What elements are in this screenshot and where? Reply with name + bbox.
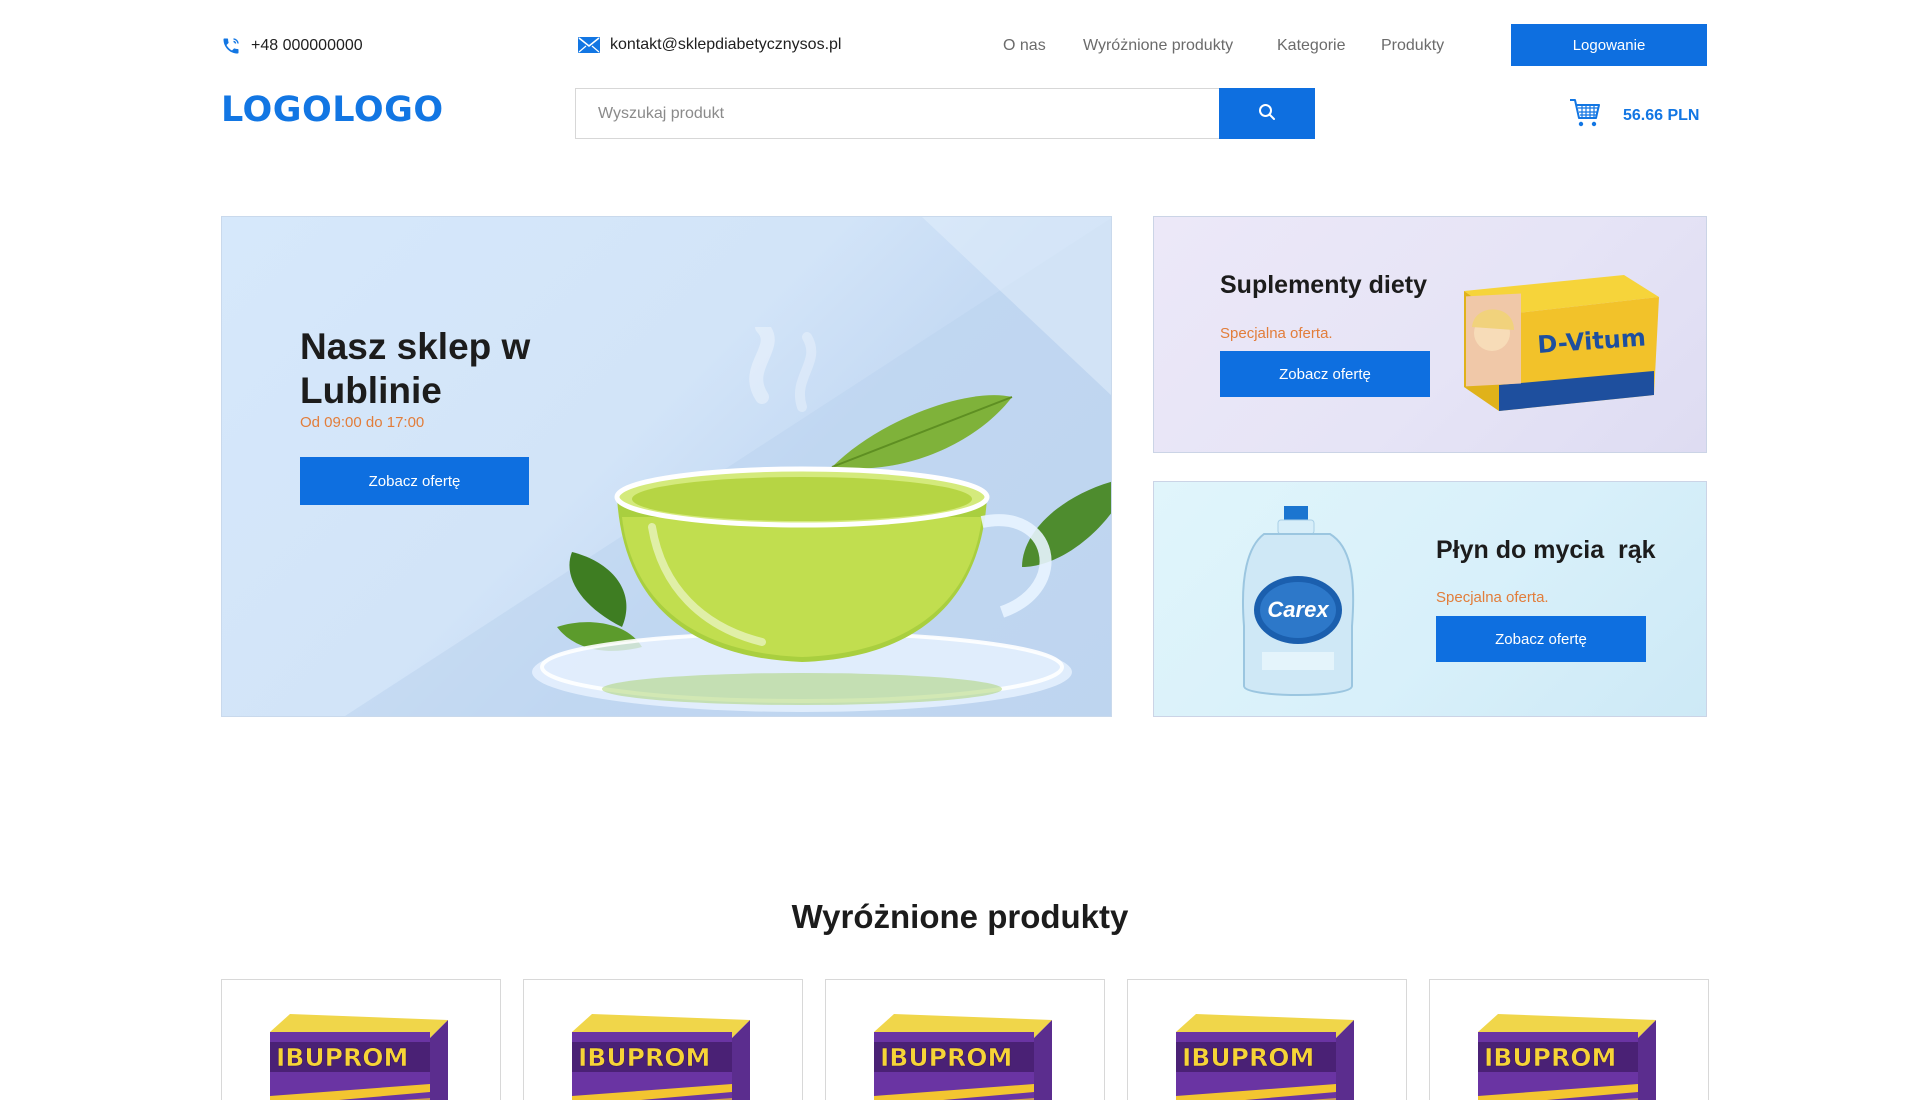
ibuprom-pack-image: IBUPROM [572,1014,750,1100]
d-vitum-box-image: D-Vitum [1464,275,1659,411]
hero-hours: Od 09:00 do 17:00 [300,414,425,431]
carex-bottle-image: Carex [1241,506,1355,696]
phone-contact[interactable]: +48 000000000 [221,36,363,56]
phone-number: +48 000000000 [251,37,363,54]
carex-brand: Carex [1267,597,1329,622]
logo[interactable]: LOGOLOGO [221,90,444,130]
product-brand: IBUPROM [880,1043,1012,1072]
email-address: kontakt@sklepdiabetycznysos.pl [610,36,842,53]
ibuprom-pack-image: IBUPROM [1478,1014,1656,1100]
ibuprom-pack-image: IBUPROM [874,1014,1052,1100]
search-button[interactable] [1219,88,1315,139]
nav-wyroznione-produkty[interactable]: Wyróżnione produkty [1083,37,1233,55]
promo-handwash: Carex Płyn do mycia rąk Specjalna oferta… [1153,481,1707,717]
ibuprom-pack-image: IBUPROM [1176,1014,1354,1100]
product-card[interactable]: IBUPROM [825,979,1105,1100]
product-brand: IBUPROM [578,1043,710,1072]
ibuprom-pack-image: IBUPROM [270,1014,448,1100]
cart[interactable]: 56.66 PLN [1569,98,1699,133]
featured-products-list: IBUPROM IBUPROM IBUPROM IBUPROM IBUPROM [221,979,1709,1100]
nav-produkty[interactable]: Produkty [1381,37,1444,55]
product-card[interactable]: IBUPROM [523,979,803,1100]
promo-supplements-subtitle: Specjalna oferta. [1220,325,1333,342]
product-card[interactable]: IBUPROM [1127,979,1407,1100]
promo-handwash-title: Płyn do mycia rąk [1436,536,1656,564]
promo-supplements: Suplementy diety Specjalna oferta. Zobac… [1153,216,1707,453]
tea-cup-image [532,327,1111,712]
promo-supplements-offer-button[interactable]: Zobacz ofertę [1220,351,1430,397]
email-contact[interactable]: kontakt@sklepdiabetycznysos.pl [578,36,841,54]
hero-banner: Nasz sklep w Lublinie Od 09:00 do 17:00 … [221,216,1112,717]
cart-icon [1569,98,1601,133]
login-button[interactable]: Logowanie [1511,24,1707,66]
product-brand: IBUPROM [1484,1043,1616,1072]
search-icon [1258,103,1276,124]
cart-total: 56.66 PLN [1623,106,1700,124]
promo-handwash-subtitle: Specjalna oferta. [1436,589,1549,606]
nav-kategorie[interactable]: Kategorie [1277,37,1346,55]
phone-icon [221,36,241,56]
promo-supplements-title: Suplementy diety [1220,271,1427,299]
search-input[interactable] [575,88,1219,139]
mail-icon [578,37,600,53]
nav-o-nas[interactable]: O nas [1003,37,1046,55]
product-brand: IBUPROM [276,1043,408,1072]
product-brand: IBUPROM [1182,1043,1314,1072]
product-card[interactable]: IBUPROM [221,979,501,1100]
promo-handwash-offer-button[interactable]: Zobacz ofertę [1436,616,1646,662]
product-card[interactable]: IBUPROM [1429,979,1709,1100]
featured-section-title: Wyróżnione produkty [791,898,1129,935]
